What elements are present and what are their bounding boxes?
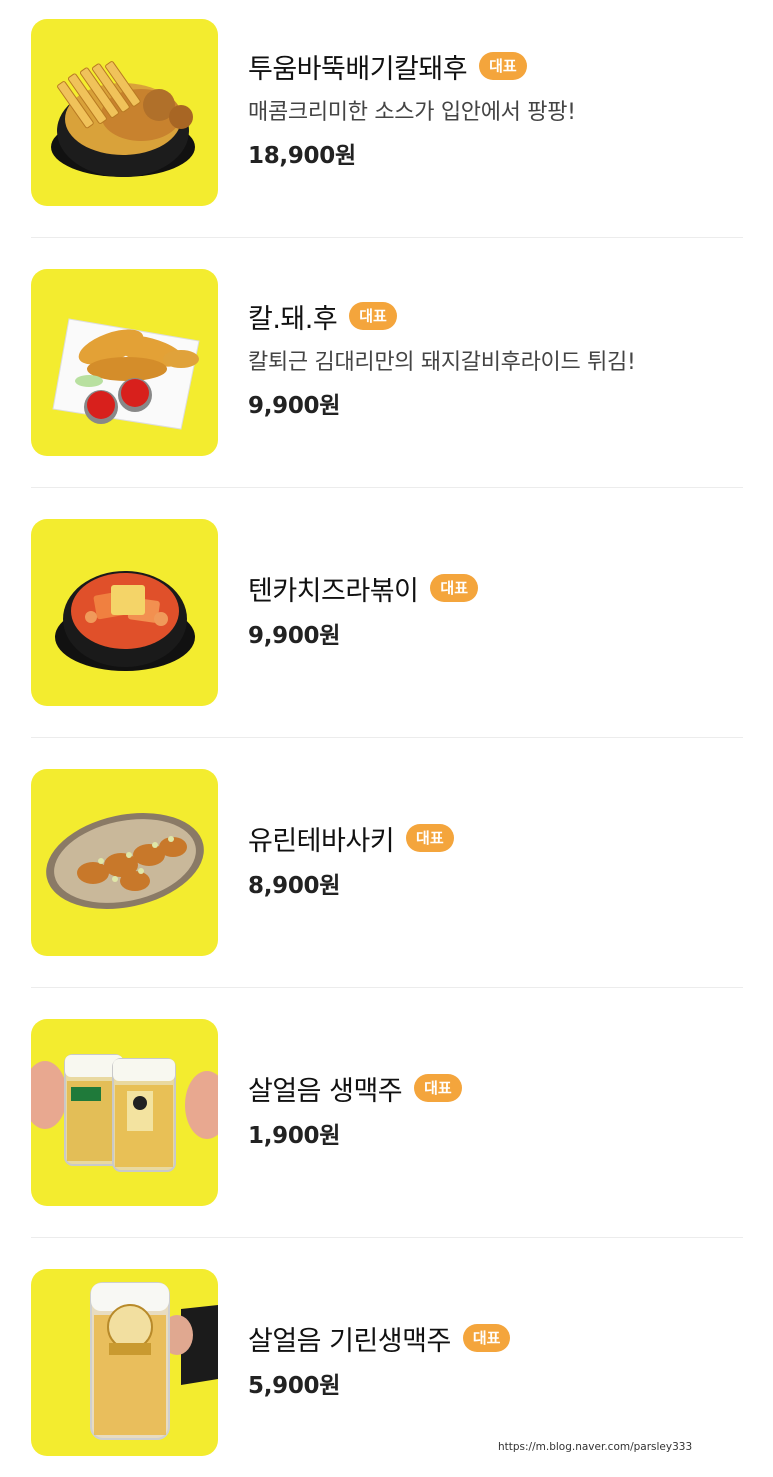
signature-badge: 대표 bbox=[349, 302, 397, 330]
menu-item-info: 칼.돼.후 대표 칼퇴근 김대리만의 돼지갈비후라이드 튀김! 9,900원 bbox=[248, 298, 636, 420]
menu-item-title-row: 유린테바사키 대표 bbox=[248, 820, 454, 857]
menu-item-photo[interactable] bbox=[31, 1269, 218, 1456]
blog-watermark: https://m.blog.naver.com/parsley333 bbox=[498, 1441, 693, 1453]
divider bbox=[31, 1237, 743, 1238]
divider bbox=[31, 737, 743, 738]
menu-item-info: 살얼음 기린생맥주 대표 5,900원 bbox=[248, 1320, 511, 1400]
menu-item-description: 칼퇴근 김대리만의 돼지갈비후라이드 튀김! bbox=[248, 350, 636, 375]
menu-item-title-row: 살얼음 생맥주 대표 bbox=[248, 1070, 462, 1107]
menu-item-price: 5,900원 bbox=[248, 1373, 341, 1399]
menu-item-price: 8,900원 bbox=[248, 873, 341, 899]
menu-item-info: 텐카치즈라볶이 대표 9,900원 bbox=[248, 570, 478, 650]
divider bbox=[31, 237, 743, 238]
menu-item-name: 살얼음 기린생맥주 bbox=[248, 1325, 451, 1357]
menu-item-name: 텐카치즈라볶이 bbox=[248, 575, 419, 607]
menu-item-photo[interactable] bbox=[31, 1019, 218, 1206]
menu-item-info: 살얼음 생맥주 대표 1,900원 bbox=[248, 1070, 462, 1150]
menu-item[interactable]: 텐카치즈라볶이 대표 9,900원 bbox=[0, 500, 773, 750]
menu-item[interactable]: 살얼음 생맥주 대표 1,900원 bbox=[0, 1000, 773, 1250]
signature-badge: 대표 bbox=[479, 52, 527, 80]
yurin-tebasaki-photo bbox=[46, 813, 204, 909]
divider bbox=[31, 487, 743, 488]
menu-item-photo[interactable] bbox=[31, 769, 218, 956]
menu-item-name: 살얼음 생맥주 bbox=[248, 1075, 403, 1107]
cheese-rabokki-photo bbox=[55, 571, 195, 671]
menu-item-photo[interactable] bbox=[31, 519, 218, 706]
tuumba-ttukbaegi-photo bbox=[51, 61, 195, 177]
menu-item-price: 9,900원 bbox=[248, 393, 341, 419]
signature-badge: 대표 bbox=[406, 824, 454, 852]
draft-beer-photo bbox=[31, 1054, 218, 1172]
menu-item-photo[interactable] bbox=[31, 269, 218, 456]
menu-item[interactable]: 칼.돼.후 대표 칼퇴근 김대리만의 돼지갈비후라이드 튀김! 9,900원 bbox=[0, 250, 773, 500]
divider bbox=[31, 987, 743, 988]
menu-item-name: 투움바뚝배기칼돼후 bbox=[248, 53, 468, 85]
menu-item-name: 칼.돼.후 bbox=[248, 303, 338, 335]
signature-badge: 대표 bbox=[430, 574, 478, 602]
menu-item[interactable]: 투움바뚝배기칼돼후 대표 매콤크리미한 소스가 입안에서 팡팡! 18,900원 bbox=[0, 0, 773, 250]
menu-item-title-row: 칼.돼.후 대표 bbox=[248, 298, 636, 335]
kirin-draft-beer-photo bbox=[90, 1282, 218, 1440]
menu-item-info: 유린테바사키 대표 8,900원 bbox=[248, 820, 454, 900]
menu-item-info: 투움바뚝배기칼돼후 대표 매콤크리미한 소스가 입안에서 팡팡! 18,900원 bbox=[248, 48, 576, 170]
menu-item-title-row: 살얼음 기린생맥주 대표 bbox=[248, 1320, 511, 1357]
menu-item-title-row: 투움바뚝배기칼돼후 대표 bbox=[248, 48, 576, 85]
menu-item-title-row: 텐카치즈라볶이 대표 bbox=[248, 570, 478, 607]
signature-badge: 대표 bbox=[462, 1324, 511, 1352]
menu-item[interactable]: 유린테바사키 대표 8,900원 bbox=[0, 750, 773, 1000]
menu-item-photo[interactable] bbox=[31, 19, 218, 206]
signature-badge: 대표 bbox=[414, 1074, 462, 1102]
menu-item-name: 유린테바사키 bbox=[248, 825, 395, 857]
menu-item-price: 18,900원 bbox=[248, 143, 356, 169]
menu-item-price: 9,900원 bbox=[248, 623, 341, 649]
fried-pork-rib-photo bbox=[52, 318, 200, 430]
menu-item-description: 매콤크리미한 소스가 입안에서 팡팡! bbox=[248, 100, 576, 125]
menu-item-price: 1,900원 bbox=[248, 1123, 341, 1149]
